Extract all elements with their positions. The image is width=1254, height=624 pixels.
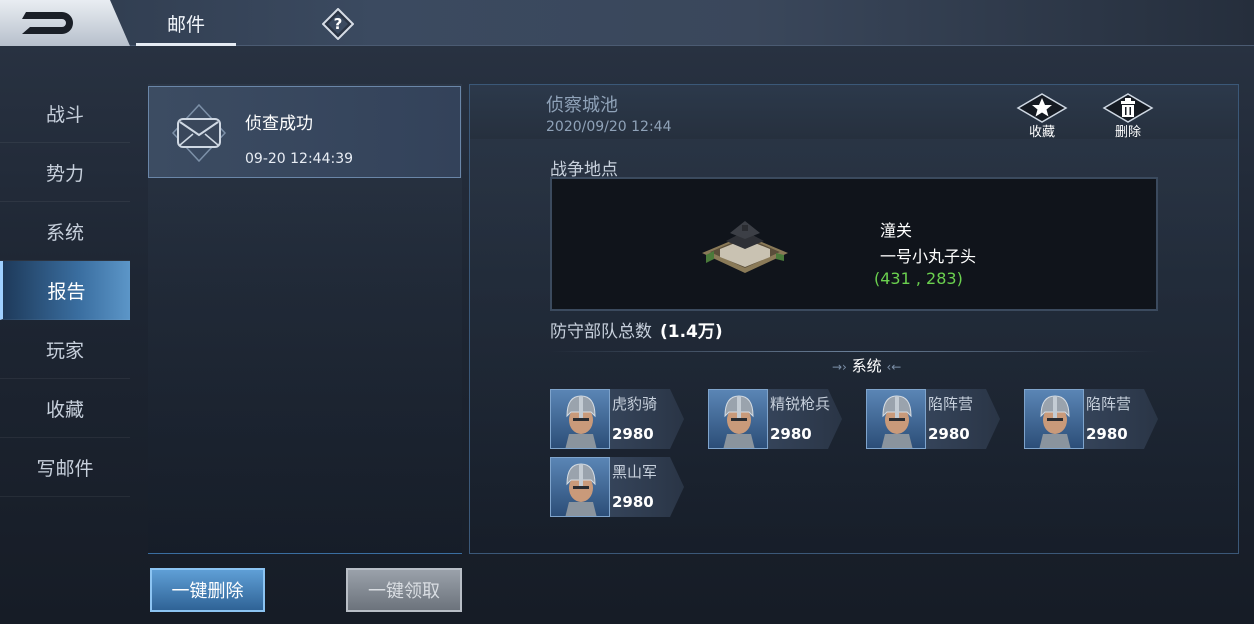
troop-count: 2980 xyxy=(770,425,812,443)
delete-label: 删除 xyxy=(1114,125,1141,140)
defense-value: (1.4万) xyxy=(660,322,723,342)
troop-name: 陷阵营 xyxy=(1086,395,1132,413)
troop-count: 2980 xyxy=(612,493,654,511)
soldier-portrait-icon xyxy=(708,389,768,449)
section-divider xyxy=(550,351,1158,352)
troop-name: 虎豹骑 xyxy=(612,395,658,413)
castle-icon xyxy=(700,213,790,279)
soldier-portrait-icon xyxy=(550,457,610,517)
mail-time: 09-20 12:44:39 xyxy=(245,151,354,167)
soldier-portrait-icon xyxy=(866,389,926,449)
sidebar-item-favorites[interactable]: 收藏 xyxy=(0,379,130,438)
help-icon[interactable]: ? xyxy=(321,7,355,41)
troop-count: 2980 xyxy=(928,425,970,443)
soldier-portrait-icon xyxy=(550,389,610,449)
troop-name: 黑山军 xyxy=(612,463,658,481)
location-name: 潼关 xyxy=(880,221,913,240)
back-icon xyxy=(22,12,73,34)
detail-title: 侦察城池 xyxy=(546,95,618,116)
delete-all-button[interactable]: 一键删除 xyxy=(150,568,265,612)
divider-label: 系统 xyxy=(851,357,882,375)
claim-all-button[interactable]: 一键领取 xyxy=(346,568,462,612)
sidebar: 战斗 势力 系统 报告 玩家 收藏 写邮件 xyxy=(0,84,130,497)
troop-card[interactable]: 黑山军 2980 xyxy=(550,457,684,517)
defense-label: 防守部队总数 xyxy=(550,322,652,342)
sidebar-item-battle[interactable]: 战斗 xyxy=(0,84,130,143)
sidebar-item-faction[interactable]: 势力 xyxy=(0,143,130,202)
troop-count: 2980 xyxy=(612,425,654,443)
troop-name: 陷阵营 xyxy=(928,395,974,413)
detail-header: 侦察城池 2020/09/20 12:44 收藏 删除 xyxy=(470,85,1238,140)
mail-detail-panel: 侦察城池 2020/09/20 12:44 收藏 删除 战争地点 潼关 一号小丸… xyxy=(469,84,1239,554)
troop-count: 2980 xyxy=(1086,425,1128,443)
top-bar: 邮件 ? xyxy=(0,0,1254,46)
detail-date: 2020/09/20 12:44 xyxy=(546,119,672,135)
troop-card[interactable]: 精锐枪兵 2980 xyxy=(708,389,842,449)
sidebar-item-compose[interactable]: 写邮件 xyxy=(0,438,130,497)
location-coords[interactable]: (431 , 283) xyxy=(874,269,963,288)
arrow-right-icon: →› xyxy=(832,360,847,374)
troop-card[interactable]: 陷阵营 2980 xyxy=(1024,389,1158,449)
envelope-icon xyxy=(171,103,227,163)
location-owner: 一号小丸子头 xyxy=(880,247,977,266)
favorite-label: 收藏 xyxy=(1028,125,1055,140)
mail-list: 侦查成功 09-20 12:44:39 xyxy=(148,84,462,554)
soldier-portrait-icon xyxy=(1024,389,1084,449)
favorite-button[interactable]: 收藏 xyxy=(1016,93,1068,140)
star-icon xyxy=(1016,93,1068,123)
troop-card[interactable]: 陷阵营 2980 xyxy=(866,389,1000,449)
sidebar-item-report[interactable]: 报告 xyxy=(0,261,130,320)
sidebar-item-system[interactable]: 系统 xyxy=(0,202,130,261)
defense-total: 防守部队总数 (1.4万) xyxy=(550,317,723,342)
location-card: 潼关 一号小丸子头 (431 , 283) xyxy=(550,177,1158,311)
back-button[interactable] xyxy=(0,0,130,46)
divider-label-wrap: →› 系统 ‹← xyxy=(832,355,901,376)
mail-list-item[interactable]: 侦查成功 09-20 12:44:39 xyxy=(148,86,461,178)
trash-icon xyxy=(1102,93,1154,123)
troop-name: 精锐枪兵 xyxy=(770,395,831,413)
troop-card[interactable]: 虎豹骑 2980 xyxy=(550,389,684,449)
mail-title: 侦查成功 xyxy=(245,114,313,134)
help-symbol: ? xyxy=(334,15,343,33)
delete-button[interactable]: 删除 xyxy=(1102,93,1154,140)
arrow-left-icon: ‹← xyxy=(886,360,902,374)
tab-mail[interactable]: 邮件 xyxy=(136,0,236,46)
sidebar-item-player[interactable]: 玩家 xyxy=(0,320,130,379)
